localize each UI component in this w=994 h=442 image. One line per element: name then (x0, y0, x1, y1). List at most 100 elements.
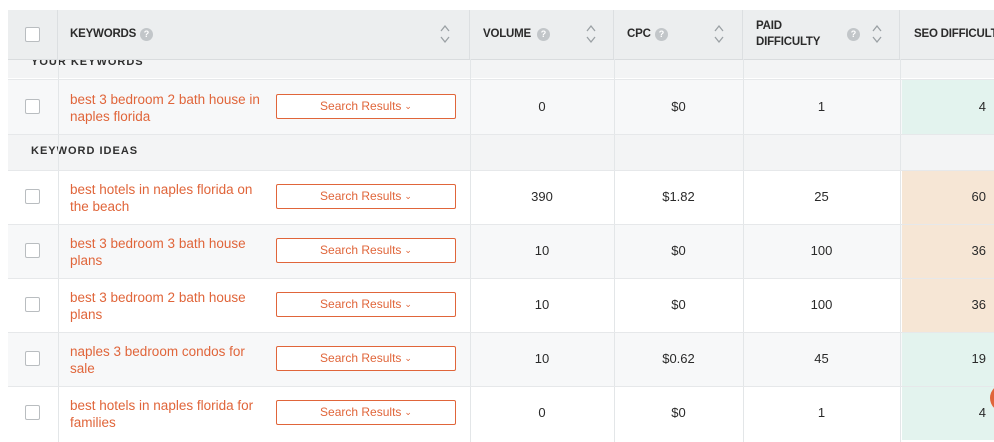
cpc-value: $1.82 (662, 189, 695, 204)
cpc-value: $0 (671, 243, 686, 258)
search-results-label: Search Results (320, 297, 402, 311)
search-results-label: Search Results (320, 189, 402, 203)
seo-difficulty-value: 19 (971, 351, 986, 366)
volume-value: 10 (534, 351, 550, 366)
table-row: best 3 bedroom 2 bath house plans Search… (8, 278, 994, 332)
sort-icon[interactable] (586, 23, 596, 45)
help-icon[interactable]: ? (140, 28, 153, 41)
search-results-label: Search Results (320, 99, 402, 113)
search-results-button[interactable]: Search Results ⌄ (276, 94, 456, 119)
paid-difficulty-value: 45 (814, 351, 829, 366)
header-paid-label-1: PAID (756, 20, 782, 32)
volume-value: 0 (538, 405, 546, 420)
row-divider (8, 332, 994, 333)
keyword-text-line2: sale (70, 361, 95, 376)
column-divider (614, 59, 615, 442)
sort-icon[interactable] (714, 23, 724, 45)
paid-difficulty-value: 25 (814, 189, 829, 204)
section-your-keywords-label: YOUR KEYWORDS (31, 60, 144, 68)
cpc-value: $0 (671, 297, 686, 312)
keyword-link[interactable]: best 3 bedroom 2 bath house plans (70, 289, 270, 323)
paid-difficulty-value: 100 (810, 297, 833, 312)
header-keywords-label: KEYWORDS (70, 28, 137, 40)
keyword-text-line2: naples florida (70, 109, 151, 124)
help-icon[interactable]: ? (655, 28, 668, 41)
volume-value: 390 (531, 189, 553, 204)
keyword-link[interactable]: best 3 bedroom 2 bath house in naples fl… (70, 91, 270, 125)
header-paid-difficulty[interactable]: PAID DIFFICULTY ? (743, 10, 900, 59)
header-seo-difficulty[interactable]: SEO DIFFICULTY (900, 10, 994, 59)
row-checkbox[interactable] (25, 243, 40, 258)
keyword-link[interactable]: best 3 bedroom 3 bath house plans (70, 235, 270, 269)
keyword-link[interactable]: best hotels in naples florida for famili… (70, 397, 270, 431)
keyword-text-line1: best hotels in naples florida on (70, 182, 253, 197)
column-divider (900, 59, 901, 442)
column-divider (743, 59, 744, 442)
sort-icon[interactable] (872, 23, 882, 45)
chevron-down-icon: ⌄ (404, 299, 412, 309)
cpc-value: $0 (671, 99, 686, 114)
keyword-text-line2: families (70, 415, 116, 430)
section-your-keywords: YOUR KEYWORDS (8, 60, 994, 78)
chevron-down-icon: ⌄ (404, 353, 412, 363)
search-results-label: Search Results (320, 243, 402, 257)
keyword-text-line2: plans (70, 307, 103, 322)
chevron-down-icon: ⌄ (404, 407, 412, 417)
row-checkbox[interactable] (25, 405, 40, 420)
keyword-text-line2: plans (70, 253, 103, 268)
keyword-text-line1: best 3 bedroom 2 bath house (70, 290, 246, 305)
column-divider (58, 59, 59, 442)
header-cpc-label: CPC (627, 28, 651, 40)
seo-difficulty-cell: 4 (902, 80, 994, 134)
header-cpc[interactable]: CPC ? (614, 10, 743, 59)
search-results-button[interactable]: Search Results ⌄ (276, 184, 456, 209)
chevron-down-icon: ⌄ (404, 191, 412, 201)
help-icon[interactable]: ? (847, 28, 860, 41)
keyword-text-line1: best 3 bedroom 2 bath house in (70, 92, 260, 107)
keyword-link[interactable]: best hotels in naples florida on the bea… (70, 181, 270, 215)
select-all-checkbox[interactable] (25, 27, 40, 42)
seo-difficulty-value: 4 (978, 99, 986, 114)
row-checkbox[interactable] (25, 189, 40, 204)
row-divider (8, 224, 994, 225)
seo-difficulty-cell: 60 (902, 170, 994, 224)
volume-value: 0 (538, 99, 546, 114)
table-header: KEYWORDS ? VOLUME ? CPC ? PAID DIFFICULT… (8, 10, 994, 60)
header-select-cell (8, 10, 58, 59)
header-volume[interactable]: VOLUME ? (470, 10, 614, 59)
search-results-button[interactable]: Search Results ⌄ (276, 346, 456, 371)
row-divider (8, 386, 994, 387)
column-divider (470, 59, 471, 442)
paid-difficulty-value: 1 (817, 405, 826, 420)
search-results-button[interactable]: Search Results ⌄ (276, 238, 456, 263)
seo-difficulty-cell: 19 (902, 332, 994, 386)
row-divider (8, 170, 994, 171)
table-row: best 3 bedroom 2 bath house in naples fl… (8, 80, 994, 134)
keyword-text-line1: best hotels in naples florida for (70, 398, 254, 413)
chevron-down-icon: ⌄ (404, 245, 412, 255)
search-results-button[interactable]: Search Results ⌄ (276, 292, 456, 317)
row-divider (8, 134, 994, 135)
header-paid-label-2: DIFFICULTY (756, 36, 821, 48)
seo-difficulty-value: 36 (971, 243, 986, 258)
search-results-label: Search Results (320, 351, 402, 365)
row-checkbox[interactable] (25, 99, 40, 114)
row-checkbox[interactable] (25, 351, 40, 366)
section-keyword-ideas-label: KEYWORD IDEAS (31, 145, 139, 157)
row-divider (8, 278, 994, 279)
paid-difficulty-value: 1 (817, 99, 826, 114)
chevron-down-icon: ⌄ (404, 101, 412, 111)
header-keywords[interactable]: KEYWORDS ? (58, 10, 470, 59)
row-checkbox[interactable] (25, 297, 40, 312)
section-keyword-ideas: KEYWORD IDEAS (8, 134, 994, 170)
search-results-button[interactable]: Search Results ⌄ (276, 400, 456, 425)
search-results-label: Search Results (320, 405, 402, 419)
help-icon[interactable]: ? (537, 28, 550, 41)
keyword-text-line2: the beach (70, 199, 130, 214)
table-row: naples 3 bedroom condos for sale Search … (8, 332, 994, 386)
header-seo-label: SEO DIFFICULTY (914, 28, 994, 40)
table-row: best hotels in naples florida on the bea… (8, 170, 994, 224)
sort-icon[interactable] (440, 23, 450, 45)
keyword-link[interactable]: naples 3 bedroom condos for sale (70, 343, 270, 377)
paid-difficulty-value: 100 (810, 243, 833, 258)
